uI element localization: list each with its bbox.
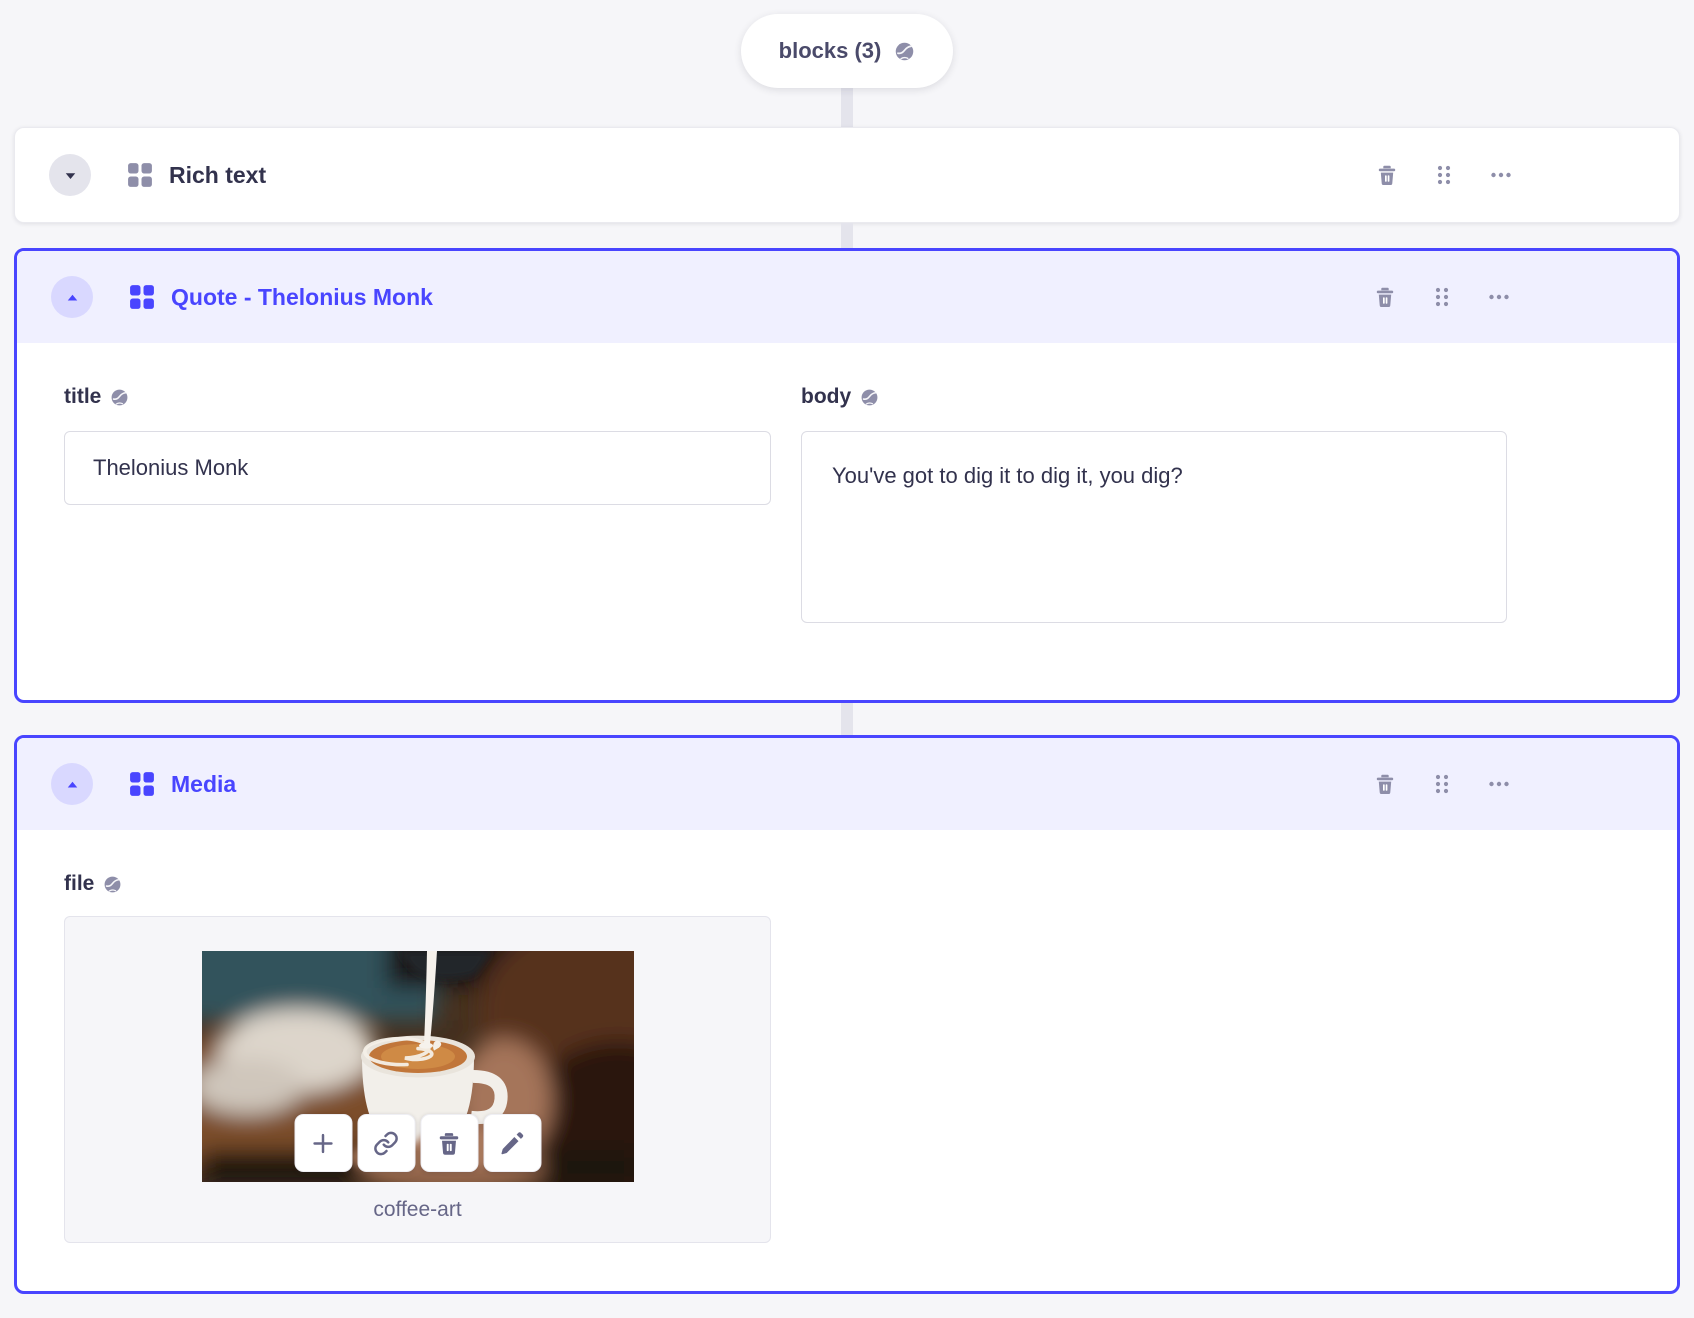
- more-options-button[interactable]: [1487, 772, 1511, 796]
- globe-icon: [104, 875, 122, 893]
- delete-media-button[interactable]: [420, 1114, 478, 1172]
- field-label-text: body: [801, 385, 852, 408]
- block-rich-text-header: Rich text: [15, 128, 1679, 222]
- globe-icon: [860, 388, 879, 406]
- collapse-toggle-button[interactable]: [51, 276, 93, 318]
- field-body: body You've got to dig it to dig it, you…: [801, 385, 1507, 628]
- title-input[interactable]: [64, 431, 771, 505]
- block-title: Rich text: [169, 161, 267, 188]
- component-grid-icon: [130, 772, 154, 796]
- media-filename: coffee-art: [373, 1198, 462, 1221]
- dynamic-zone-pill: blocks (3): [740, 14, 954, 88]
- field-title: title: [64, 385, 771, 628]
- media-thumbnail: [201, 951, 634, 1182]
- component-grid-icon: [128, 163, 152, 187]
- delete-block-button[interactable]: [1373, 285, 1397, 309]
- block-media: Media file coffee-art: [14, 735, 1680, 1294]
- body-textarea[interactable]: You've got to dig it to dig it, you dig?: [801, 431, 1507, 623]
- block-actions: [1373, 285, 1511, 309]
- drag-handle-icon: [1435, 287, 1449, 307]
- edit-media-button[interactable]: [483, 1114, 541, 1172]
- drag-handle[interactable]: [1432, 163, 1456, 187]
- globe-icon: [111, 388, 129, 406]
- more-options-icon: [1491, 172, 1511, 178]
- connector-line: [841, 88, 853, 127]
- field-label-text: title: [64, 385, 102, 408]
- collapse-toggle-button[interactable]: [51, 763, 93, 805]
- drag-handle-icon: [1437, 165, 1451, 185]
- more-options-button[interactable]: [1489, 163, 1513, 187]
- connector-line: [841, 703, 853, 735]
- block-actions: [1373, 772, 1511, 796]
- field-body-label: body: [801, 385, 1507, 409]
- block-media-header: Media: [17, 738, 1677, 830]
- chevron-up-icon: [67, 781, 77, 788]
- add-media-button[interactable]: [294, 1114, 352, 1172]
- more-options-icon: [1489, 781, 1509, 787]
- block-title: Quote - Thelonius Monk: [171, 283, 433, 310]
- connector-line: [841, 223, 853, 248]
- drag-handle[interactable]: [1430, 285, 1454, 309]
- drag-handle-icon: [1435, 774, 1449, 794]
- field-label-text: file: [64, 872, 95, 895]
- copy-link-button[interactable]: [357, 1114, 415, 1172]
- field-title-label: title: [64, 385, 771, 409]
- trash-icon: [439, 1132, 459, 1155]
- trash-icon: [1376, 287, 1394, 307]
- collapse-toggle-button[interactable]: [49, 154, 91, 196]
- block-quote: Quote - Thelonius Monk title Thelonius M…: [14, 248, 1680, 703]
- drag-handle[interactable]: [1430, 772, 1454, 796]
- component-grid-icon: [130, 285, 154, 309]
- block-actions: [1375, 163, 1513, 187]
- more-options-button[interactable]: [1487, 285, 1511, 309]
- delete-block-button[interactable]: [1375, 163, 1399, 187]
- plus-icon: [313, 1133, 333, 1153]
- more-options-icon: [1489, 294, 1509, 300]
- block-rich-text: Rich text: [14, 127, 1680, 223]
- dynamic-zone-pill-label: blocks (3): [778, 38, 882, 63]
- block-quote-content: title body You've got to dig it to dig i…: [17, 343, 1677, 700]
- block-quote-header: Quote - Thelonius Monk: [17, 251, 1677, 343]
- delete-block-button[interactable]: [1373, 772, 1397, 796]
- link-icon: [374, 1131, 398, 1155]
- pencil-icon: [501, 1131, 524, 1154]
- trash-icon: [1378, 165, 1396, 185]
- media-toolbar: [294, 1114, 541, 1172]
- chevron-up-icon: [67, 294, 77, 301]
- field-file-label: file: [64, 872, 1630, 896]
- dynamic-zone: blocks (3) Rich text Quote - Thelonius M…: [0, 0, 1694, 1318]
- globe-icon: [895, 41, 915, 61]
- block-media-content: file coffee-art: [17, 830, 1677, 1291]
- chevron-down-icon: [65, 172, 75, 179]
- block-title: Media: [171, 770, 237, 797]
- media-file-card: coffee-art: [64, 916, 771, 1243]
- trash-icon: [1376, 774, 1394, 794]
